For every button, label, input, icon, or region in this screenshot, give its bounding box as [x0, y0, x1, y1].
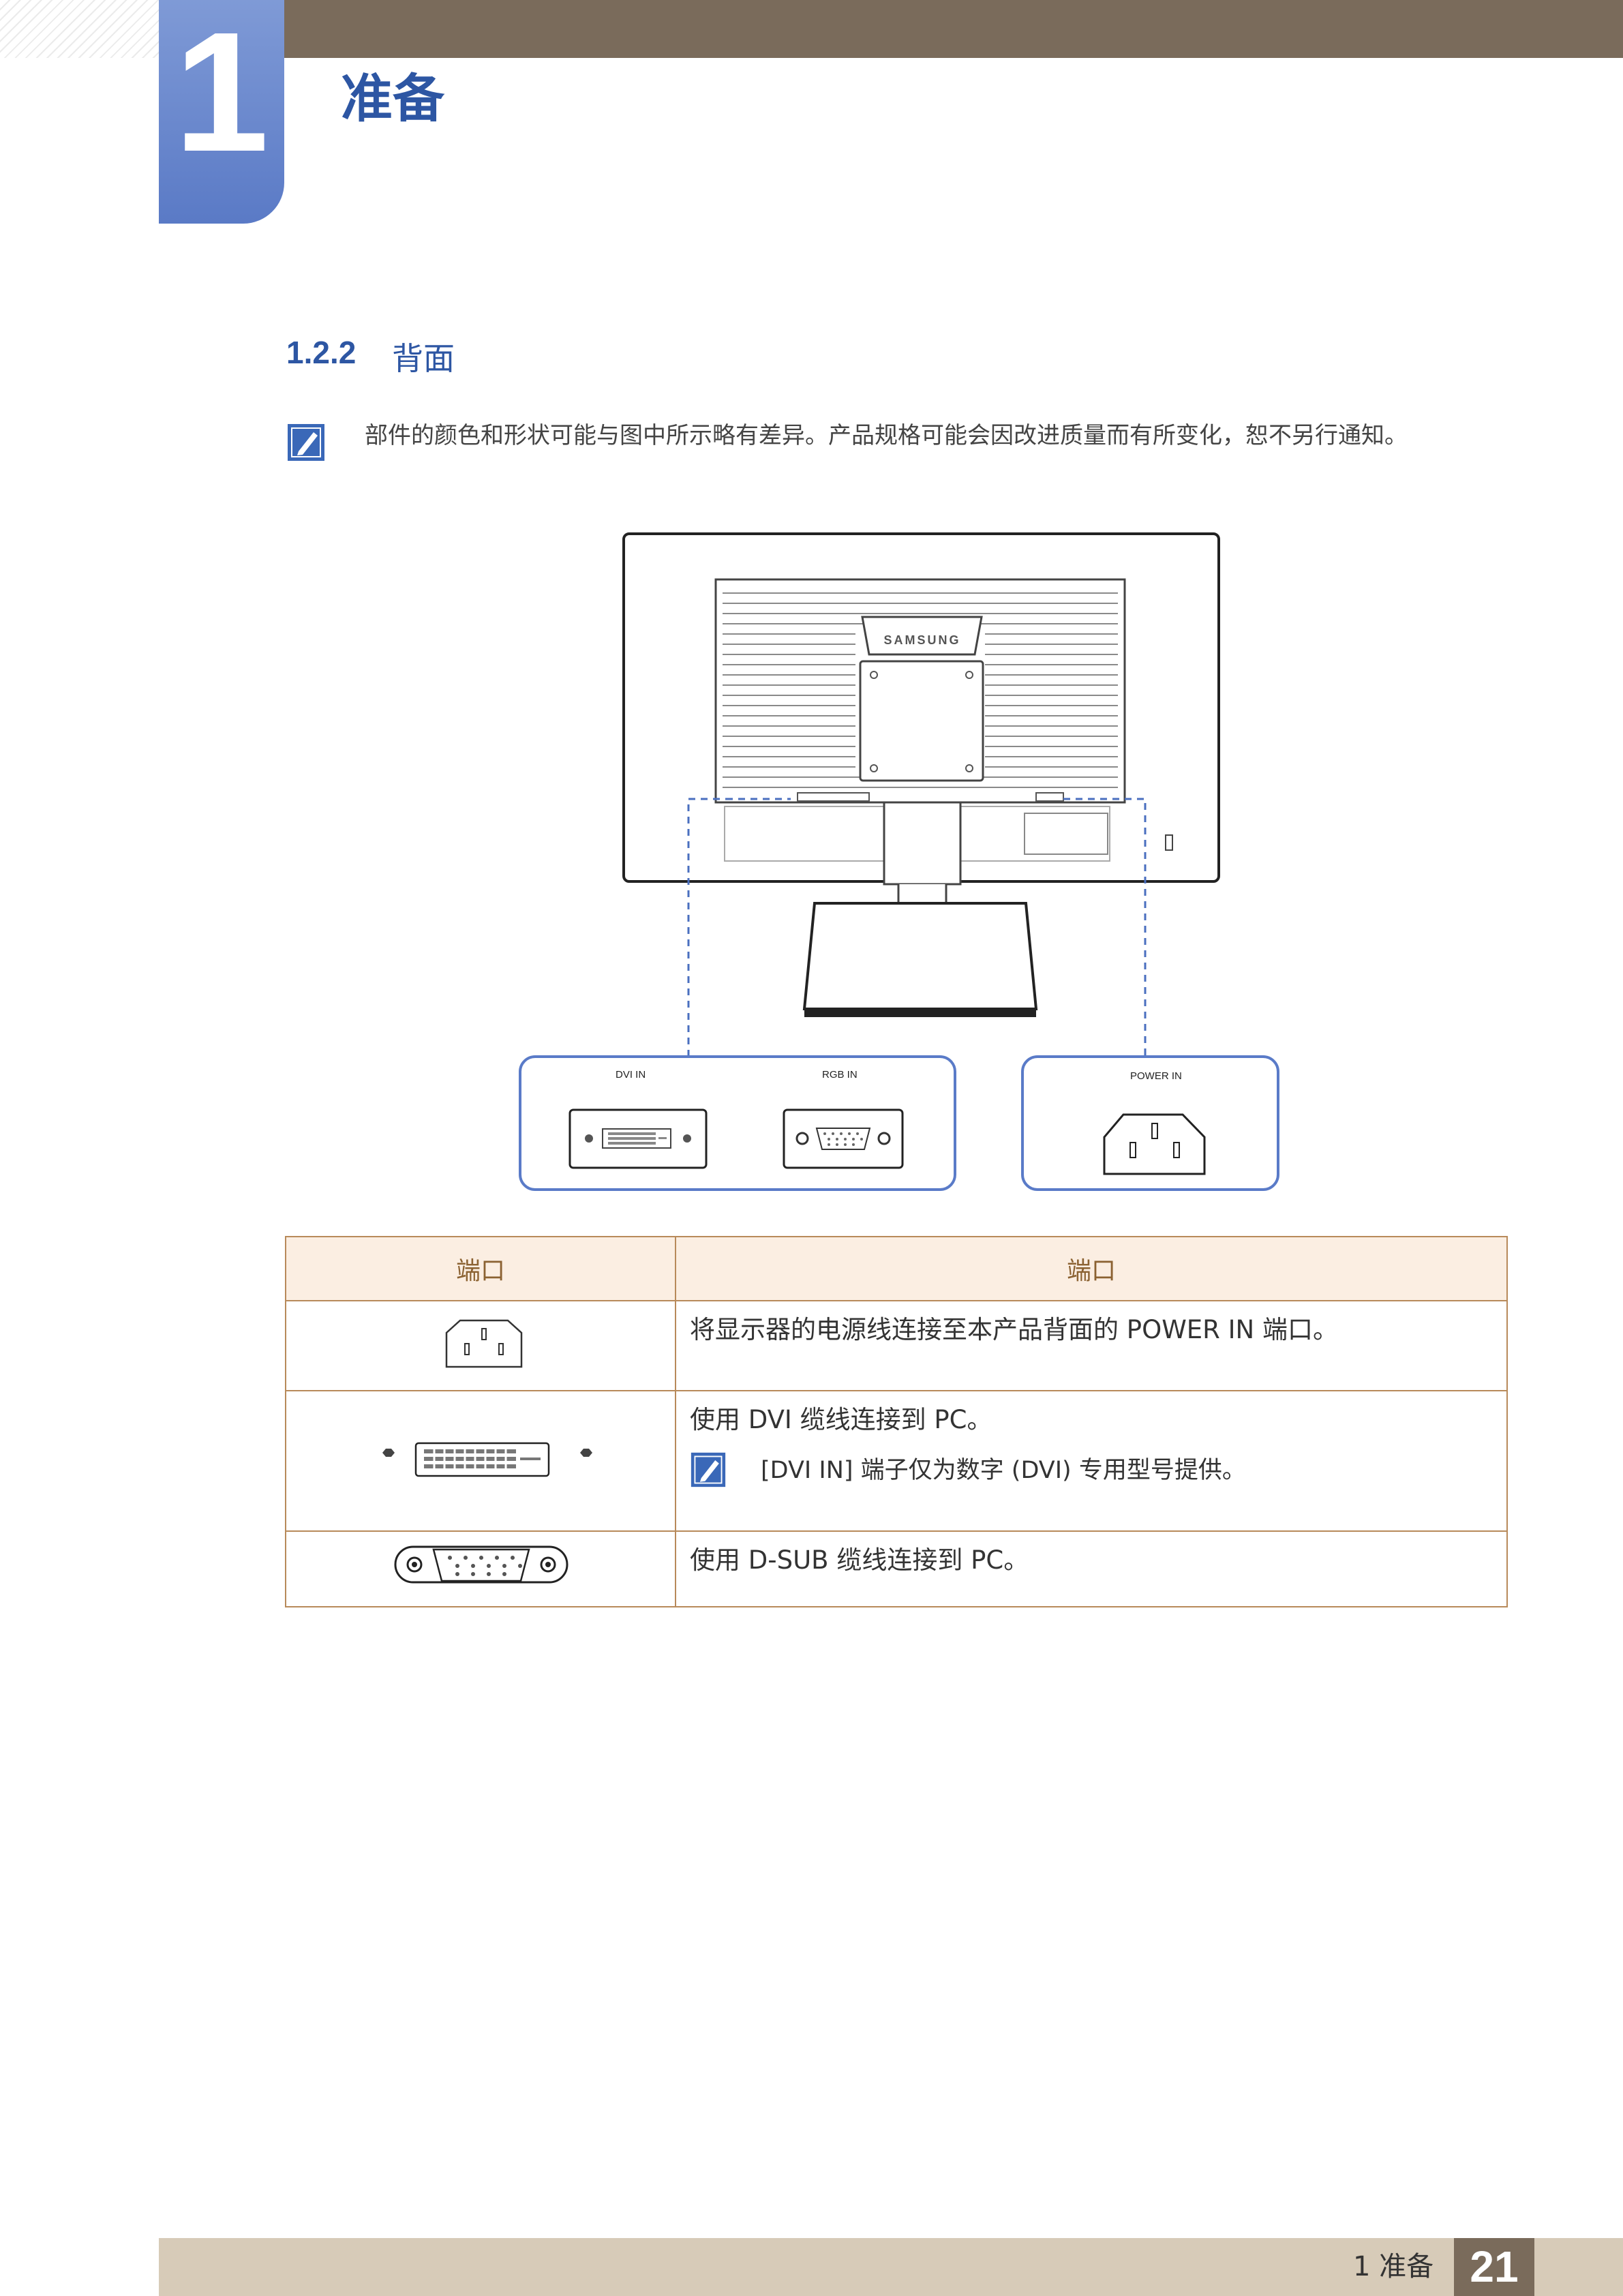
table-row: 使用 DVI 缆线连接到 PC。 [DVI IN] 端子仅为数字 (DVI) 专…: [285, 1390, 1508, 1532]
monitor-back-diagram: SAMSUNG: [519, 532, 1279, 1191]
dvi-in-label: DVI IN: [616, 1069, 646, 1081]
rgb-in-label: RGB IN: [822, 1069, 858, 1081]
dvi-connector-icon: [382, 1442, 592, 1477]
dvi-note: [DVI IN] 端子仅为数字 (DVI) 专用型号提供。: [690, 1451, 1493, 1490]
power-description: 将显示器的电源线连接至本产品背面的 POWER IN 端口。: [675, 1300, 1508, 1391]
port-table: 端口 端口 将显示器的电源线连接至本产品背面的 POWER IN 端口。 使用 …: [285, 1236, 1508, 1607]
table-header-description: 端口: [675, 1236, 1508, 1301]
footer-chapter-label: 1 准备: [1353, 2251, 1434, 2282]
brand-logo: SAMSUNG: [883, 633, 960, 647]
table-row: 使用 D-SUB 缆线连接到 PC。: [285, 1530, 1508, 1607]
dvi-description: 使用 DVI 缆线连接到 PC。: [690, 1405, 992, 1434]
stand-neck: [883, 801, 962, 886]
table-header-icon: 端口: [285, 1236, 676, 1301]
dvi-note-text: [DVI IN] 端子仅为数字 (DVI) 专用型号提供。: [761, 1457, 1246, 1484]
dsub-description: 使用 D-SUB 缆线连接到 PC。: [675, 1530, 1508, 1607]
note-pencil-icon: [691, 1452, 726, 1487]
page-number: 21: [1470, 2242, 1519, 2291]
stand-base: [802, 902, 1038, 1010]
dsub-connector-icon: [394, 1545, 568, 1584]
vesa-plate: [859, 660, 984, 782]
power-in-label: POWER IN: [1130, 1070, 1182, 1082]
power-connector-icon: [445, 1319, 523, 1368]
table-row: 将显示器的电源线连接至本产品背面的 POWER IN 端口。: [285, 1300, 1508, 1391]
